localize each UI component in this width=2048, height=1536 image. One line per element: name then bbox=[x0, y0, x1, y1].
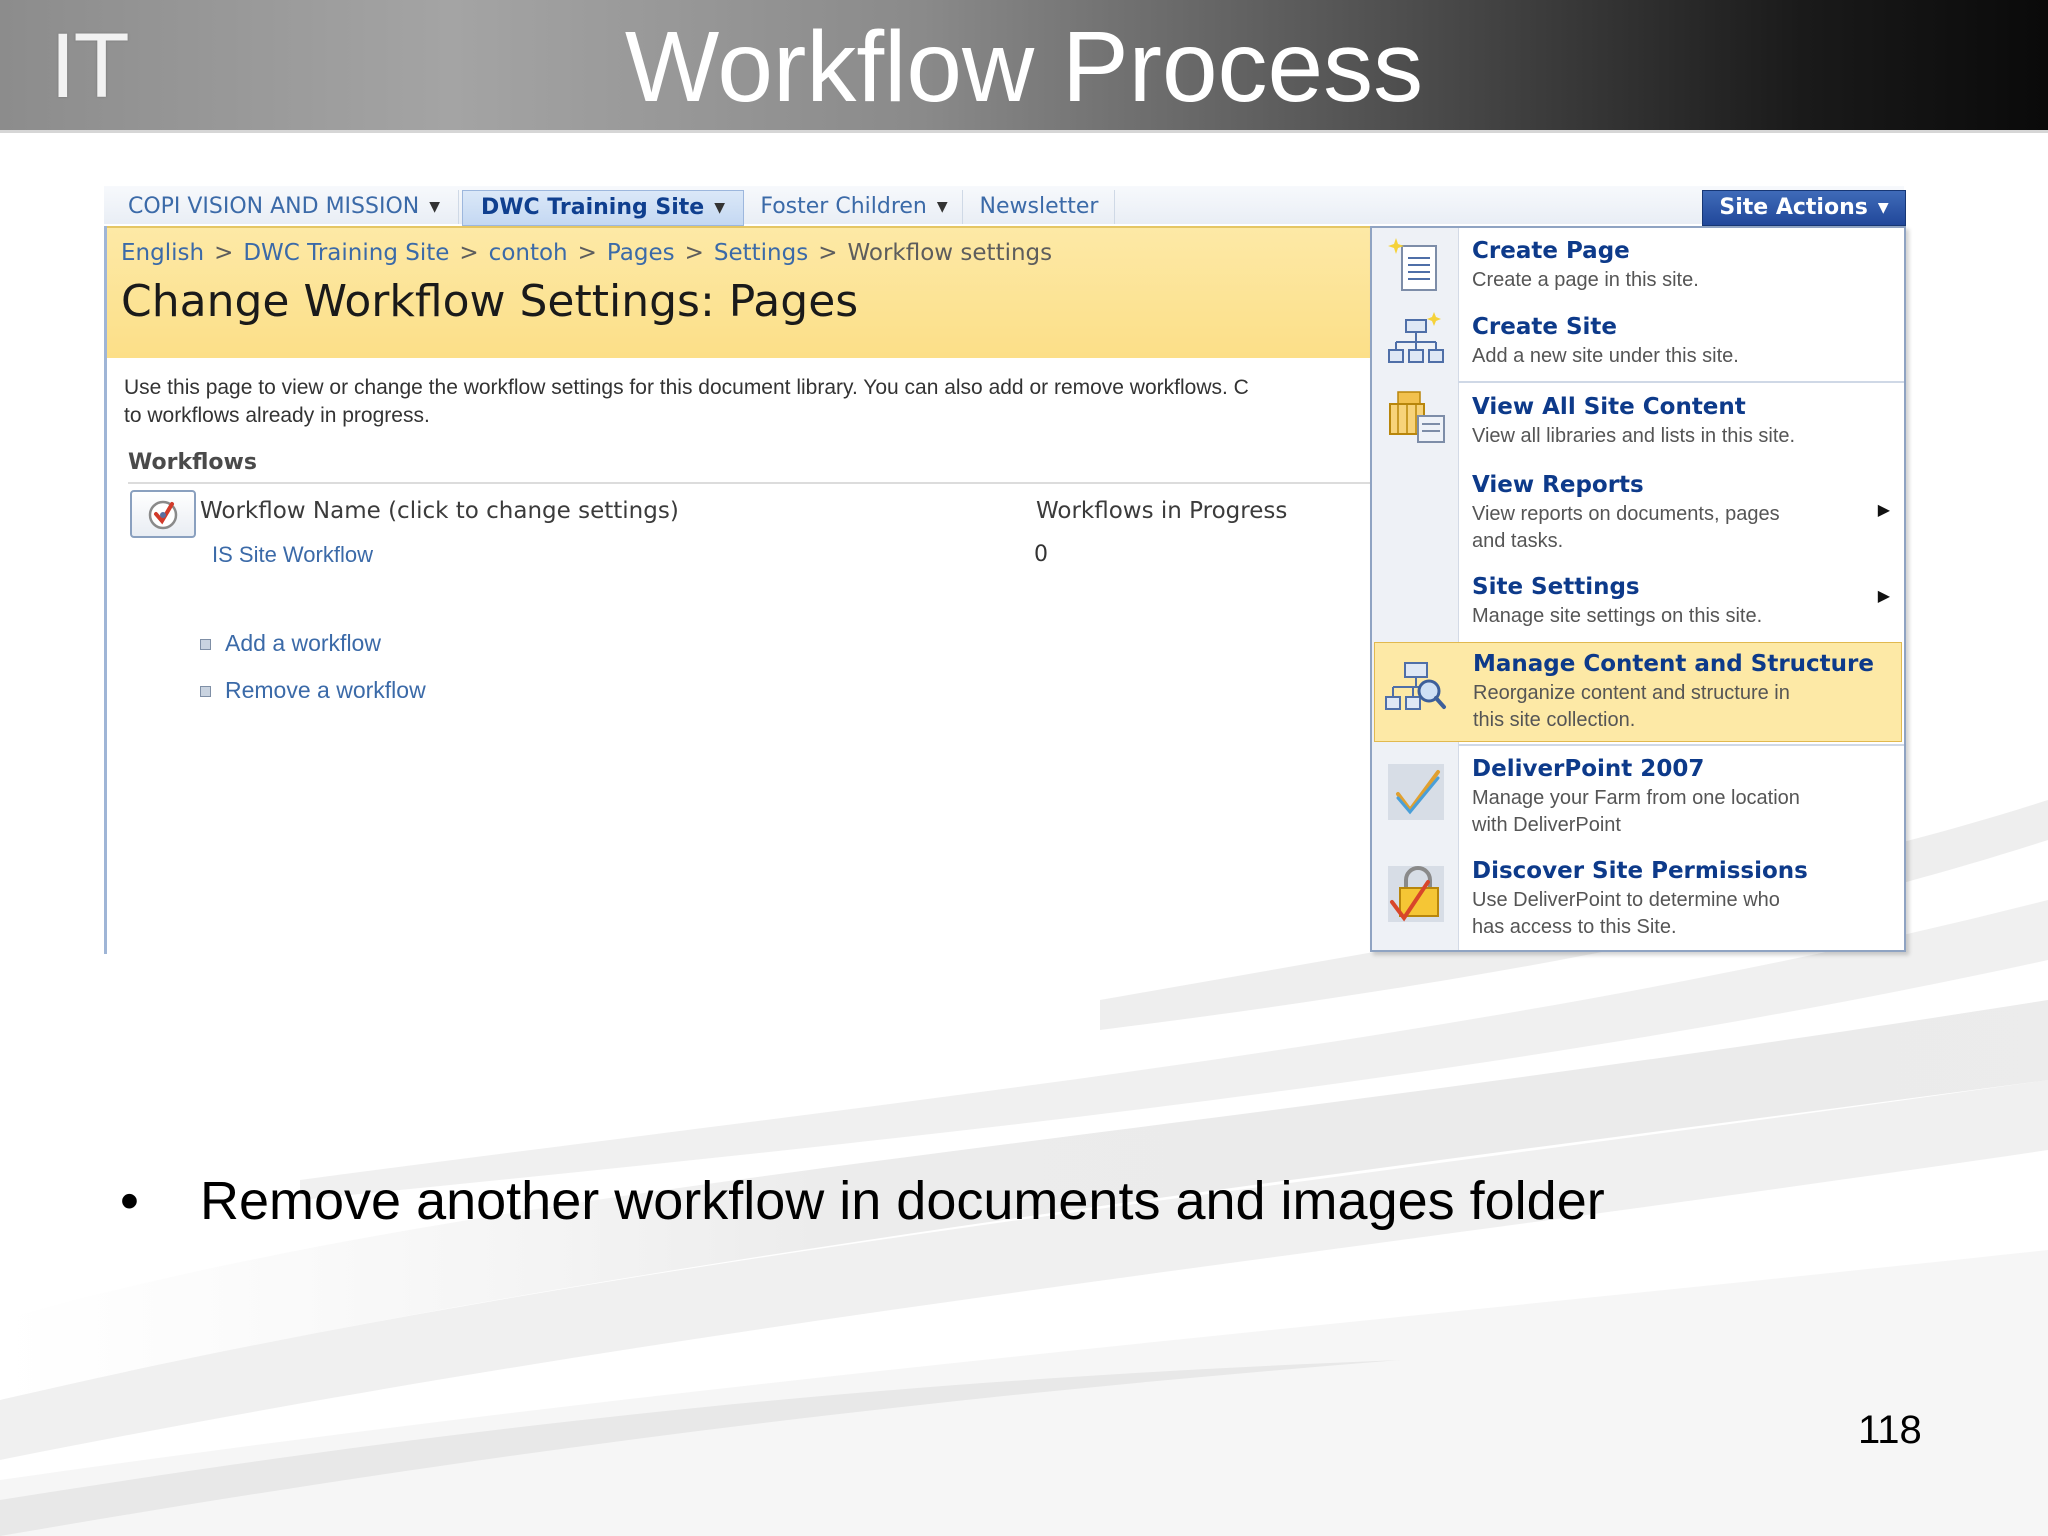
description-line: to workflows already in progress. bbox=[124, 404, 430, 427]
breadcrumb: English > DWC Training Site > contoh > Pages > S… bbox=[121, 240, 1052, 266]
breadcrumb-separator: > bbox=[459, 240, 479, 266]
add-workflow-link[interactable]: Add a workflow bbox=[200, 630, 381, 657]
top-navigation: COPI VISION AND MISSION ▼ DWC Training Si… bbox=[104, 186, 1906, 226]
site-actions-button[interactable]: Site Actions ▼ bbox=[1702, 190, 1906, 226]
page-number: 118 bbox=[1858, 1408, 1922, 1452]
site-actions-menu: Create Page Create a page in this site. … bbox=[1370, 226, 1906, 952]
menu-item-description: Create a page in this site. bbox=[1472, 269, 1699, 291]
menu-item-title: Create Site bbox=[1472, 314, 1617, 340]
menu-item-title: View All Site Content bbox=[1472, 394, 1746, 420]
menu-item-manage-content-structure[interactable]: Manage Content and Structure Reorganize … bbox=[1374, 642, 1902, 742]
sharepoint-screenshot: COPI VISION AND MISSION ▼ DWC Training Si… bbox=[104, 186, 1906, 954]
menu-item-description: Add a new site under this site. bbox=[1472, 345, 1739, 367]
chevron-down-icon: ▼ bbox=[714, 200, 726, 216]
bullet-square-icon bbox=[200, 686, 211, 698]
tab-dwc-training-site[interactable]: DWC Training Site ▼ bbox=[462, 190, 744, 226]
submenu-arrow-icon: ▶ bbox=[1877, 500, 1890, 519]
menu-item-title: DeliverPoint 2007 bbox=[1472, 756, 1705, 782]
breadcrumb-link[interactable]: Settings bbox=[714, 240, 808, 266]
bullet-dot-icon: • bbox=[120, 1171, 139, 1231]
tab-label: DWC Training Site bbox=[480, 195, 705, 220]
action-label: Remove a workflow bbox=[225, 677, 426, 703]
menu-item-view-all-site-content[interactable]: View All Site Content View all libraries… bbox=[1372, 384, 1904, 460]
menu-item-description: View all libraries and lists in this sit… bbox=[1472, 425, 1796, 447]
menu-item-view-reports[interactable]: View Reports View reports on documents, … bbox=[1372, 462, 1904, 562]
menu-item-create-site[interactable]: Create Site Add a new site under this si… bbox=[1372, 304, 1904, 380]
breadcrumb-separator: > bbox=[684, 240, 704, 266]
tab-label: Foster Children bbox=[760, 194, 927, 219]
column-header-workflow-name[interactable]: Workflow Name (click to change settings) bbox=[200, 498, 679, 524]
menu-item-description: Reorganize content and structure in bbox=[1473, 682, 1790, 704]
tab-label: Newsletter bbox=[979, 194, 1099, 219]
submenu-arrow-icon: ▶ bbox=[1877, 586, 1890, 605]
title-area: English > DWC Training Site > contoh > Pages > S… bbox=[107, 226, 1374, 358]
menu-item-description: this site collection. bbox=[1473, 709, 1636, 731]
slide-title: Workflow Process bbox=[0, 10, 2048, 125]
menu-item-site-settings[interactable]: Site Settings Manage site settings on th… bbox=[1372, 564, 1904, 640]
chevron-down-icon: ▼ bbox=[936, 199, 948, 215]
page-description: Use this page to view or change the work… bbox=[124, 374, 1374, 430]
breadcrumb-current: Workflow settings bbox=[847, 240, 1053, 266]
menu-divider bbox=[1458, 381, 1904, 383]
breadcrumb-link[interactable]: DWC Training Site bbox=[243, 240, 449, 266]
menu-item-description: View reports on documents, pages bbox=[1472, 503, 1780, 525]
menu-item-description: with DeliverPoint bbox=[1472, 814, 1621, 836]
breadcrumb-separator: > bbox=[818, 240, 838, 266]
chevron-down-icon: ▼ bbox=[1877, 200, 1889, 216]
slide-header: IT Workflow Process bbox=[0, 0, 2048, 133]
create-page-icon bbox=[1388, 238, 1437, 291]
menu-item-description: Manage site settings on this site. bbox=[1472, 605, 1763, 627]
menu-item-title: Site Settings bbox=[1472, 574, 1640, 600]
section-divider bbox=[128, 482, 1374, 484]
bullet-square-icon bbox=[200, 639, 211, 651]
page-heading: Change Workflow Settings: Pages bbox=[121, 276, 859, 327]
menu-item-title: Manage Content and Structure bbox=[1473, 651, 1874, 677]
menu-item-title: Discover Site Permissions bbox=[1472, 858, 1808, 884]
workflow-check-icon bbox=[130, 490, 196, 538]
tab-copi-vision[interactable]: COPI VISION AND MISSION ▼ bbox=[110, 190, 459, 224]
manage-structure-icon bbox=[1385, 662, 1446, 710]
site-content-icon bbox=[1389, 391, 1445, 443]
workflow-in-progress-count: 0 bbox=[1034, 542, 1048, 567]
breadcrumb-separator: > bbox=[577, 240, 597, 266]
action-label: Add a workflow bbox=[225, 630, 381, 656]
menu-item-description: and tasks. bbox=[1472, 530, 1564, 552]
workflows-section-title: Workflows bbox=[128, 450, 257, 475]
menu-item-discover-permissions[interactable]: Discover Site Permissions Use DeliverPoi… bbox=[1372, 848, 1904, 948]
deliverpoint-check-icon bbox=[1388, 764, 1444, 820]
chevron-down-icon: ▼ bbox=[429, 199, 441, 215]
menu-item-description: Manage your Farm from one location bbox=[1472, 787, 1800, 809]
menu-item-description: has access to this Site. bbox=[1472, 916, 1677, 938]
tab-label: COPI VISION AND MISSION bbox=[127, 194, 420, 219]
menu-item-title: Create Page bbox=[1472, 238, 1630, 264]
menu-item-create-page[interactable]: Create Page Create a page in this site. bbox=[1372, 228, 1904, 304]
breadcrumb-link[interactable]: English bbox=[121, 240, 204, 266]
description-line: Use this page to view or change the work… bbox=[124, 376, 1249, 399]
slide-title-text: Workflow Process bbox=[624, 11, 1424, 123]
permissions-lock-icon bbox=[1388, 866, 1444, 922]
tab-foster-children[interactable]: Foster Children ▼ bbox=[746, 190, 963, 224]
workflow-link[interactable]: IS Site Workflow bbox=[212, 542, 373, 568]
site-actions-label: Site Actions bbox=[1719, 195, 1868, 220]
breadcrumb-link[interactable]: Pages bbox=[607, 240, 675, 266]
breadcrumb-separator: > bbox=[214, 240, 234, 266]
menu-item-description: Use DeliverPoint to determine who bbox=[1472, 889, 1780, 911]
bullet-text: Remove another workflow in documents and… bbox=[200, 1171, 1605, 1231]
create-site-icon bbox=[1388, 312, 1444, 363]
remove-workflow-link[interactable]: Remove a workflow bbox=[200, 677, 426, 704]
menu-item-deliverpoint[interactable]: DeliverPoint 2007 Manage your Farm from … bbox=[1372, 746, 1904, 846]
breadcrumb-link[interactable]: contoh bbox=[489, 240, 568, 266]
menu-item-title: View Reports bbox=[1472, 472, 1644, 498]
tab-newsletter[interactable]: Newsletter bbox=[964, 190, 1115, 224]
column-header-in-progress[interactable]: Workflows in Progress bbox=[1036, 498, 1287, 524]
